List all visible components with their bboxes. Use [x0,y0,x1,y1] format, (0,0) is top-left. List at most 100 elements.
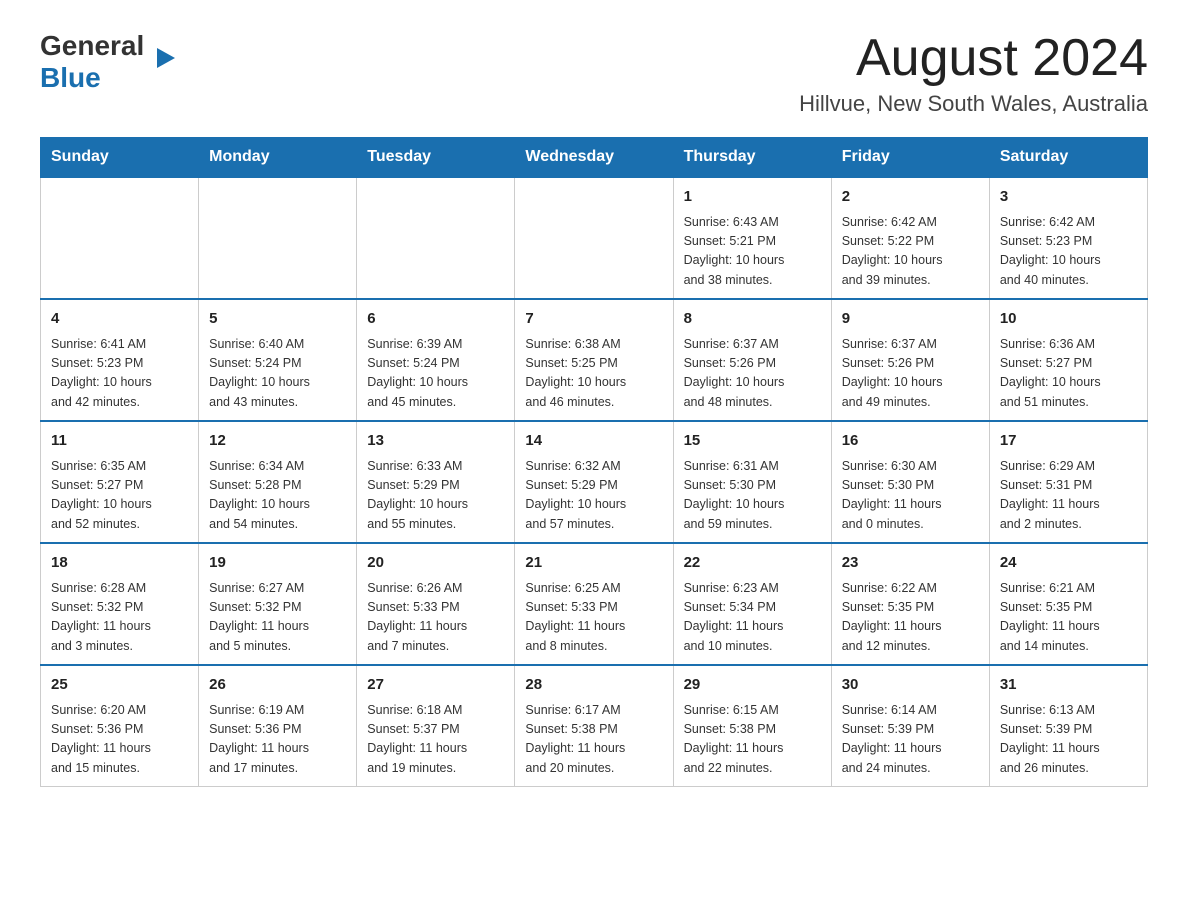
day-number: 20 [367,552,504,575]
calendar-cell: 14 Sunrise: 6:32 AM Sunset: 5:29 PM Dayli… [515,421,673,543]
header-day-saturday: Saturday [989,138,1147,178]
calendar-cell: 26 Sunrise: 6:19 AM Sunset: 5:36 PM Dayli… [199,665,357,787]
day-info: Sunrise: 6:39 AM Sunset: 5:24 PM Dayligh… [367,335,504,413]
calendar-cell: 25Sunrise: 6:20 AM Sunset: 5:36 PM Dayli… [41,665,199,787]
day-number: 8 [684,308,821,331]
calendar-cell: 1 Sunrise: 6:43 AM Sunset: 5:21 PM Daylig… [673,177,831,299]
day-number: 24 [1000,552,1137,575]
day-number: 2 [842,186,979,209]
month-title: August 2024 [799,30,1148,87]
calendar-cell: 21 Sunrise: 6:25 AM Sunset: 5:33 PM Dayli… [515,543,673,665]
day-number: 14 [525,430,662,453]
day-number: 29 [684,674,821,697]
calendar-cell: 3 Sunrise: 6:42 AM Sunset: 5:23 PM Daylig… [989,177,1147,299]
day-number: 1 [684,186,821,209]
calendar-cell: 9 Sunrise: 6:37 AM Sunset: 5:26 PM Daylig… [831,299,989,421]
day-info: Sunrise: 6:34 AM Sunset: 5:28 PM Dayligh… [209,457,346,535]
day-info: Sunrise: 6:13 AM Sunset: 5:39 PM Dayligh… [1000,701,1137,779]
day-number: 18 [51,552,188,575]
day-info: Sunrise: 6:15 AM Sunset: 5:38 PM Dayligh… [684,701,821,779]
calendar-cell: 18Sunrise: 6:28 AM Sunset: 5:32 PM Dayli… [41,543,199,665]
calendar-cell [515,177,673,299]
calendar-cell: 28 Sunrise: 6:17 AM Sunset: 5:38 PM Dayli… [515,665,673,787]
header-row: SundayMondayTuesdayWednesdayThursdayFrid… [41,138,1148,178]
day-number: 9 [842,308,979,331]
day-info: Sunrise: 6:41 AM Sunset: 5:23 PM Dayligh… [51,335,188,413]
day-number: 17 [1000,430,1137,453]
day-number: 19 [209,552,346,575]
day-info: Sunrise: 6:30 AM Sunset: 5:30 PM Dayligh… [842,457,979,535]
day-number: 3 [1000,186,1137,209]
day-info: Sunrise: 6:31 AM Sunset: 5:30 PM Dayligh… [684,457,821,535]
day-number: 31 [1000,674,1137,697]
header-day-thursday: Thursday [673,138,831,178]
week-row-1: 1 Sunrise: 6:43 AM Sunset: 5:21 PM Daylig… [41,177,1148,299]
calendar-cell: 12 Sunrise: 6:34 AM Sunset: 5:28 PM Dayli… [199,421,357,543]
header-day-wednesday: Wednesday [515,138,673,178]
day-info: Sunrise: 6:42 AM Sunset: 5:23 PM Dayligh… [1000,213,1137,291]
calendar-cell [41,177,199,299]
day-number: 5 [209,308,346,331]
day-number: 4 [51,308,188,331]
header-day-friday: Friday [831,138,989,178]
day-info: Sunrise: 6:38 AM Sunset: 5:25 PM Dayligh… [525,335,662,413]
day-number: 16 [842,430,979,453]
calendar-cell: 8Sunrise: 6:37 AM Sunset: 5:26 PM Daylig… [673,299,831,421]
calendar-body: 1 Sunrise: 6:43 AM Sunset: 5:21 PM Daylig… [41,177,1148,787]
day-number: 22 [684,552,821,575]
day-info: Sunrise: 6:40 AM Sunset: 5:24 PM Dayligh… [209,335,346,413]
calendar-cell: 13Sunrise: 6:33 AM Sunset: 5:29 PM Dayli… [357,421,515,543]
title-block: August 2024 Hillvue, New South Wales, Au… [799,30,1148,117]
calendar-cell: 23Sunrise: 6:22 AM Sunset: 5:35 PM Dayli… [831,543,989,665]
calendar-cell: 10Sunrise: 6:36 AM Sunset: 5:27 PM Dayli… [989,299,1147,421]
day-number: 21 [525,552,662,575]
calendar-cell: 7 Sunrise: 6:38 AM Sunset: 5:25 PM Daylig… [515,299,673,421]
day-number: 26 [209,674,346,697]
day-info: Sunrise: 6:17 AM Sunset: 5:38 PM Dayligh… [525,701,662,779]
day-number: 10 [1000,308,1137,331]
logo: General Blue [40,30,157,94]
day-info: Sunrise: 6:32 AM Sunset: 5:29 PM Dayligh… [525,457,662,535]
day-info: Sunrise: 6:14 AM Sunset: 5:39 PM Dayligh… [842,701,979,779]
week-row-5: 25Sunrise: 6:20 AM Sunset: 5:36 PM Dayli… [41,665,1148,787]
header-day-sunday: Sunday [41,138,199,178]
day-info: Sunrise: 6:37 AM Sunset: 5:26 PM Dayligh… [842,335,979,413]
calendar-cell: 30 Sunrise: 6:14 AM Sunset: 5:39 PM Dayli… [831,665,989,787]
day-number: 25 [51,674,188,697]
calendar-cell: 24Sunrise: 6:21 AM Sunset: 5:35 PM Dayli… [989,543,1147,665]
calendar-cell: 22 Sunrise: 6:23 AM Sunset: 5:34 PM Dayli… [673,543,831,665]
day-number: 30 [842,674,979,697]
week-row-4: 18Sunrise: 6:28 AM Sunset: 5:32 PM Dayli… [41,543,1148,665]
day-number: 7 [525,308,662,331]
calendar-cell [357,177,515,299]
day-info: Sunrise: 6:29 AM Sunset: 5:31 PM Dayligh… [1000,457,1137,535]
day-number: 11 [51,430,188,453]
day-info: Sunrise: 6:26 AM Sunset: 5:33 PM Dayligh… [367,579,504,657]
calendar-cell: 4 Sunrise: 6:41 AM Sunset: 5:23 PM Daylig… [41,299,199,421]
calendar-cell: 2 Sunrise: 6:42 AM Sunset: 5:22 PM Daylig… [831,177,989,299]
header-day-tuesday: Tuesday [357,138,515,178]
calendar-header: SundayMondayTuesdayWednesdayThursdayFrid… [41,138,1148,178]
day-info: Sunrise: 6:35 AM Sunset: 5:27 PM Dayligh… [51,457,188,535]
calendar-cell: 19 Sunrise: 6:27 AM Sunset: 5:32 PM Dayli… [199,543,357,665]
week-row-3: 11 Sunrise: 6:35 AM Sunset: 5:27 PM Dayli… [41,421,1148,543]
day-number: 6 [367,308,504,331]
day-info: Sunrise: 6:22 AM Sunset: 5:35 PM Dayligh… [842,579,979,657]
calendar-table: SundayMondayTuesdayWednesdayThursdayFrid… [40,137,1148,787]
calendar-cell: 20 Sunrise: 6:26 AM Sunset: 5:33 PM Dayli… [357,543,515,665]
calendar-cell [199,177,357,299]
calendar-cell: 17 Sunrise: 6:29 AM Sunset: 5:31 PM Dayli… [989,421,1147,543]
day-info: Sunrise: 6:25 AM Sunset: 5:33 PM Dayligh… [525,579,662,657]
day-info: Sunrise: 6:43 AM Sunset: 5:21 PM Dayligh… [684,213,821,291]
day-info: Sunrise: 6:27 AM Sunset: 5:32 PM Dayligh… [209,579,346,657]
calendar-cell: 27Sunrise: 6:18 AM Sunset: 5:37 PM Dayli… [357,665,515,787]
day-info: Sunrise: 6:23 AM Sunset: 5:34 PM Dayligh… [684,579,821,657]
day-info: Sunrise: 6:42 AM Sunset: 5:22 PM Dayligh… [842,213,979,291]
day-number: 15 [684,430,821,453]
calendar-cell: 31 Sunrise: 6:13 AM Sunset: 5:39 PM Dayli… [989,665,1147,787]
calendar-cell: 15 Sunrise: 6:31 AM Sunset: 5:30 PM Dayli… [673,421,831,543]
day-info: Sunrise: 6:19 AM Sunset: 5:36 PM Dayligh… [209,701,346,779]
day-number: 12 [209,430,346,453]
logo-blue-text: Blue [40,62,101,93]
day-number: 28 [525,674,662,697]
